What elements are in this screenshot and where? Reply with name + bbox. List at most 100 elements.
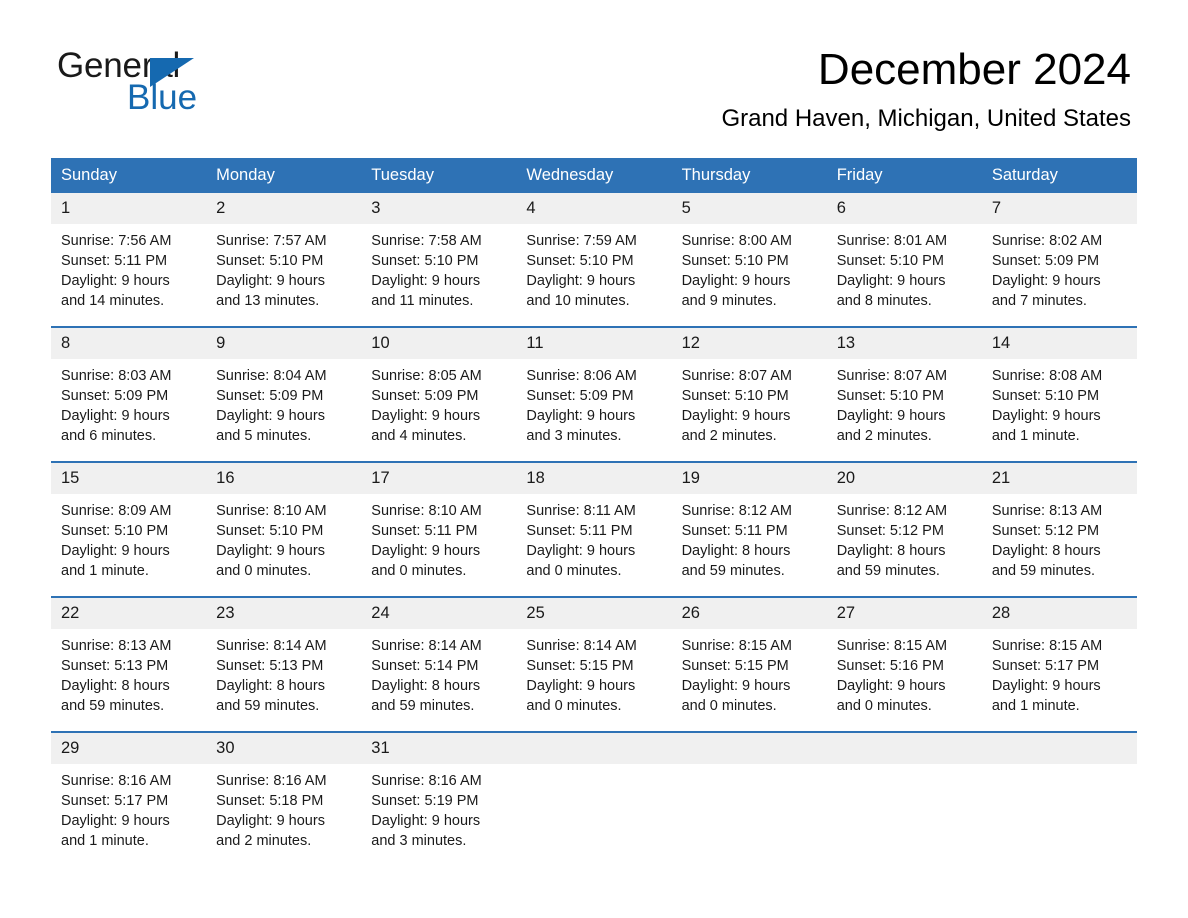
sunset-text: Sunset: 5:10 PM bbox=[836, 388, 944, 404]
calendar-day-cell[interactable]: 22 Sunrise: 8:13 AM Sunset: 5:13 PM Dayligh… bbox=[51, 596, 207, 732]
weekday-header-sunday: Sunday bbox=[51, 158, 207, 193]
sunset-text: Sunset: 5:10 PM bbox=[991, 388, 1100, 404]
calendar-day-cell[interactable]: 23 Sunrise: 8:14 AM Sunset: 5:13 PM Dayligh… bbox=[206, 596, 362, 732]
day-number: 27 bbox=[826, 598, 982, 629]
calendar-week-row: 29 Sunrise: 8:16 AM Sunset: 5:17 PM Dayligh… bbox=[51, 731, 1137, 866]
day-number: 5 bbox=[671, 193, 827, 224]
calendar-day-cell[interactable]: 13 Sunrise: 8:07 AM Sunset: 5:10 PM Dayligh… bbox=[826, 326, 982, 462]
calendar-day-cell[interactable]: 30 Sunrise: 8:16 AM Sunset: 5:18 PM Dayligh… bbox=[206, 731, 362, 866]
calendar-day-cell[interactable]: 31 Sunrise: 8:16 AM Sunset: 5:19 PM Dayligh… bbox=[361, 731, 517, 866]
sunrise-text: Sunrise: 8:16 AM bbox=[371, 773, 482, 789]
calendar-day-cell[interactable]: 28 Sunrise: 8:15 AM Sunset: 5:17 PM Dayligh… bbox=[981, 596, 1137, 732]
day-details: Sunrise: 8:08 AM Sunset: 5:10 PM Daylight:… bbox=[982, 359, 1137, 446]
day-number: 13 bbox=[826, 328, 982, 359]
calendar-day-cell[interactable]: 21 Sunrise: 8:13 AM Sunset: 5:12 PM Dayligh… bbox=[981, 461, 1137, 597]
daylight-text: Daylight: 9 hours and 2 minutes. bbox=[216, 813, 325, 849]
daylight-text: Daylight: 9 hours and 6 minutes. bbox=[61, 408, 170, 444]
calendar-week-row: 8 Sunrise: 8:03 AM Sunset: 5:09 PM Daylight… bbox=[51, 326, 1137, 462]
daylight-text: Daylight: 9 hours and 9 minutes. bbox=[681, 273, 791, 309]
generalblue-logo[interactable]: General Blue bbox=[57, 46, 317, 118]
day-details: Sunrise: 8:00 AM Sunset: 5:10 PM Daylight:… bbox=[672, 224, 827, 311]
day-details: Sunrise: 8:11 AM Sunset: 5:11 PM Daylight:… bbox=[516, 494, 671, 581]
calendar-day-cell[interactable]: 12 Sunrise: 8:07 AM Sunset: 5:10 PM Dayligh… bbox=[671, 326, 827, 462]
calendar-day-cell[interactable]: 20 Sunrise: 8:12 AM Sunset: 5:12 PM Dayligh… bbox=[826, 461, 982, 597]
sunset-text: Sunset: 5:11 PM bbox=[371, 523, 478, 539]
sunrise-text: Sunrise: 8:16 AM bbox=[61, 773, 172, 789]
calendar-day-cell[interactable]: 7 Sunrise: 8:02 AM Sunset: 5:09 PM Daylight… bbox=[981, 193, 1137, 327]
sunset-text: Sunset: 5:10 PM bbox=[526, 253, 634, 269]
weekday-header-thursday: Thursday bbox=[671, 158, 827, 193]
location-subtitle: Grand Haven, Michigan, United States bbox=[721, 105, 1131, 132]
daylight-text: Daylight: 9 hours and 0 minutes. bbox=[681, 678, 791, 714]
day-details: Sunrise: 8:07 AM Sunset: 5:10 PM Daylight:… bbox=[672, 359, 827, 446]
daylight-text: Daylight: 9 hours and 0 minutes. bbox=[216, 543, 325, 579]
day-details: Sunrise: 8:05 AM Sunset: 5:09 PM Daylight:… bbox=[361, 359, 516, 446]
day-number: 29 bbox=[51, 733, 207, 764]
calendar-day-cell[interactable]: 18 Sunrise: 8:11 AM Sunset: 5:11 PM Dayligh… bbox=[516, 461, 672, 597]
weekday-header-saturday: Saturday bbox=[981, 158, 1137, 193]
calendar-day-cell[interactable]: 16 Sunrise: 8:10 AM Sunset: 5:10 PM Dayligh… bbox=[206, 461, 362, 597]
calendar-day-cell[interactable]: 25 Sunrise: 8:14 AM Sunset: 5:15 PM Dayligh… bbox=[516, 596, 672, 732]
day-number: 25 bbox=[516, 598, 672, 629]
day-number bbox=[516, 733, 672, 764]
calendar-day-cell[interactable]: 10 Sunrise: 8:05 AM Sunset: 5:09 PM Dayligh… bbox=[361, 326, 517, 462]
sunset-text: Sunset: 5:12 PM bbox=[991, 523, 1100, 539]
sunrise-text: Sunrise: 8:14 AM bbox=[216, 638, 327, 654]
sunset-text: Sunset: 5:09 PM bbox=[991, 253, 1100, 269]
sunrise-text: Sunrise: 8:05 AM bbox=[371, 368, 482, 384]
sunset-text: Sunset: 5:09 PM bbox=[371, 388, 479, 404]
day-number: 2 bbox=[206, 193, 362, 224]
sunrise-text: Sunrise: 8:10 AM bbox=[371, 503, 482, 519]
calendar-day-cell[interactable]: 4 Sunrise: 7:59 AM Sunset: 5:10 PM Daylight… bbox=[516, 193, 672, 327]
sunset-text: Sunset: 5:10 PM bbox=[371, 253, 479, 269]
day-details: Sunrise: 8:02 AM Sunset: 5:09 PM Daylight:… bbox=[982, 224, 1137, 311]
daylight-text: Daylight: 9 hours and 1 minute. bbox=[991, 678, 1101, 714]
day-details: Sunrise: 8:14 AM Sunset: 5:15 PM Daylight:… bbox=[516, 629, 671, 716]
day-number: 7 bbox=[981, 193, 1137, 224]
daylight-text: Daylight: 9 hours and 14 minutes. bbox=[61, 273, 170, 309]
weekday-header-monday: Monday bbox=[206, 158, 362, 193]
sunset-text: Sunset: 5:10 PM bbox=[681, 388, 789, 404]
daylight-text: Daylight: 9 hours and 2 minutes. bbox=[836, 408, 946, 444]
sunrise-text: Sunrise: 8:12 AM bbox=[681, 503, 792, 519]
daylight-text: Daylight: 9 hours and 0 minutes. bbox=[526, 678, 636, 714]
calendar-day-cell[interactable]: 3 Sunrise: 7:58 AM Sunset: 5:10 PM Daylight… bbox=[361, 193, 517, 327]
sunset-text: Sunset: 5:10 PM bbox=[61, 523, 169, 539]
calendar-day-cell[interactable]: 9 Sunrise: 8:04 AM Sunset: 5:09 PM Daylight… bbox=[206, 326, 362, 462]
sunset-text: Sunset: 5:11 PM bbox=[681, 523, 788, 539]
day-number: 16 bbox=[206, 463, 362, 494]
sunrise-text: Sunrise: 8:07 AM bbox=[836, 368, 948, 384]
calendar-day-cell[interactable]: 17 Sunrise: 8:10 AM Sunset: 5:11 PM Dayligh… bbox=[361, 461, 517, 597]
day-details: Sunrise: 8:16 AM Sunset: 5:19 PM Daylight:… bbox=[361, 764, 516, 851]
day-number: 15 bbox=[51, 463, 207, 494]
calendar-day-cell[interactable]: 14 Sunrise: 8:08 AM Sunset: 5:10 PM Dayligh… bbox=[981, 326, 1137, 462]
sunrise-text: Sunrise: 8:02 AM bbox=[991, 233, 1103, 249]
daylight-text: Daylight: 9 hours and 8 minutes. bbox=[836, 273, 946, 309]
calendar-day-cell[interactable]: 19 Sunrise: 8:12 AM Sunset: 5:11 PM Dayligh… bbox=[671, 461, 827, 597]
sunset-text: Sunset: 5:10 PM bbox=[681, 253, 789, 269]
sunrise-text: Sunrise: 7:56 AM bbox=[61, 233, 172, 249]
calendar-day-cell[interactable]: 11 Sunrise: 8:06 AM Sunset: 5:09 PM Dayligh… bbox=[516, 326, 672, 462]
day-number: 20 bbox=[826, 463, 982, 494]
sunrise-text: Sunrise: 8:10 AM bbox=[216, 503, 327, 519]
calendar-day-cell[interactable]: 6 Sunrise: 8:01 AM Sunset: 5:10 PM Daylight… bbox=[826, 193, 982, 327]
calendar-day-cell[interactable]: 5 Sunrise: 8:00 AM Sunset: 5:10 PM Daylight… bbox=[671, 193, 827, 327]
sunrise-text: Sunrise: 8:06 AM bbox=[526, 368, 637, 384]
day-details: Sunrise: 8:03 AM Sunset: 5:09 PM Daylight:… bbox=[51, 359, 206, 446]
calendar-week-row: 22 Sunrise: 8:13 AM Sunset: 5:13 PM Dayligh… bbox=[51, 596, 1137, 732]
daylight-text: Daylight: 8 hours and 59 minutes. bbox=[836, 543, 946, 579]
day-details: Sunrise: 7:56 AM Sunset: 5:11 PM Daylight:… bbox=[51, 224, 206, 311]
calendar-day-cell[interactable]: 15 Sunrise: 8:09 AM Sunset: 5:10 PM Dayligh… bbox=[51, 461, 207, 597]
logo-text-blue: Blue bbox=[127, 78, 198, 117]
daylight-text: Daylight: 9 hours and 1 minute. bbox=[61, 813, 170, 849]
calendar-day-cell[interactable]: 26 Sunrise: 8:15 AM Sunset: 5:15 PM Dayligh… bbox=[671, 596, 827, 732]
calendar-day-cell[interactable]: 1 Sunrise: 7:56 AM Sunset: 5:11 PM Daylight… bbox=[51, 193, 207, 327]
calendar-day-cell[interactable]: 2 Sunrise: 7:57 AM Sunset: 5:10 PM Daylight… bbox=[206, 193, 362, 327]
calendar-day-cell[interactable]: 24 Sunrise: 8:14 AM Sunset: 5:14 PM Dayligh… bbox=[361, 596, 517, 732]
calendar-day-cell[interactable]: 27 Sunrise: 8:15 AM Sunset: 5:16 PM Dayligh… bbox=[826, 596, 982, 732]
day-number: 9 bbox=[206, 328, 362, 359]
day-details: Sunrise: 8:16 AM Sunset: 5:18 PM Daylight:… bbox=[206, 764, 361, 851]
calendar-day-cell[interactable]: 29 Sunrise: 8:16 AM Sunset: 5:17 PM Dayligh… bbox=[51, 731, 207, 866]
calendar-day-cell[interactable]: 8 Sunrise: 8:03 AM Sunset: 5:09 PM Daylight… bbox=[51, 326, 207, 462]
day-details: Sunrise: 8:14 AM Sunset: 5:14 PM Daylight:… bbox=[361, 629, 516, 716]
